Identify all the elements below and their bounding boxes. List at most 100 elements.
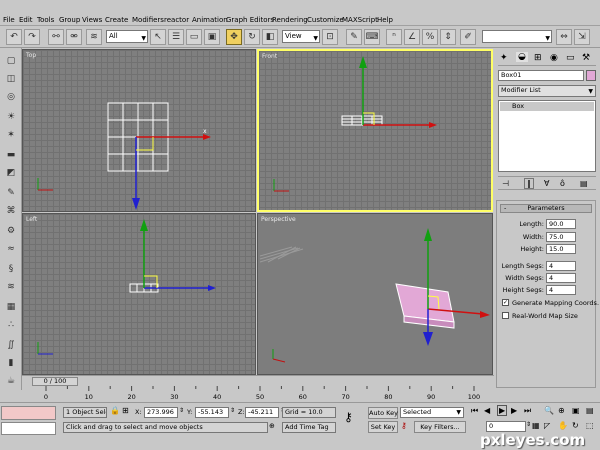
configure-modifier-sets-icon[interactable]: ▤ bbox=[580, 179, 588, 188]
menu-views[interactable]: Views bbox=[82, 16, 102, 24]
x-coord-field[interactable]: 273.996 bbox=[144, 407, 178, 418]
menu-graph-editors[interactable]: Graph Editors bbox=[226, 16, 274, 24]
viewport-top[interactable]: Top x bbox=[22, 49, 256, 212]
create-tab-icon[interactable]: ✦ bbox=[500, 53, 508, 63]
box-icon[interactable]: ▢ bbox=[3, 54, 19, 69]
redo-icon[interactable]: ↷ bbox=[24, 29, 40, 45]
menu-create[interactable]: Create bbox=[105, 16, 128, 24]
pivot-center-icon[interactable]: ⊡ bbox=[322, 29, 338, 45]
selection-filter-dropdown[interactable]: All ▼ bbox=[106, 30, 148, 43]
make-unique-icon[interactable]: ∀ bbox=[544, 179, 549, 188]
param-height-field[interactable]: 15.0 bbox=[546, 244, 576, 254]
x-spinner-icon[interactable]: ⇕ bbox=[179, 407, 184, 414]
menu-file[interactable]: File bbox=[3, 16, 15, 24]
param-length-field[interactable]: 90.0 bbox=[546, 219, 576, 229]
key-mode-dropdown[interactable]: Selected ▼ bbox=[400, 407, 464, 418]
param-length-segs-field[interactable]: 4 bbox=[546, 261, 576, 271]
menu-animation[interactable]: Animation bbox=[192, 16, 228, 24]
menu-rendering[interactable]: Rendering bbox=[272, 16, 308, 24]
add-time-tag-button[interactable]: Add Time Tag bbox=[282, 422, 336, 433]
absolute-mode-icon[interactable]: ⊞ bbox=[122, 406, 129, 415]
zoom-icon[interactable]: 🔍 bbox=[544, 406, 554, 415]
display-tab-icon[interactable]: ▭ bbox=[566, 53, 575, 63]
undo-icon[interactable]: ↶ bbox=[6, 29, 22, 45]
param-height-segs-field[interactable]: 4 bbox=[546, 285, 576, 295]
zoom-all-icon[interactable]: ⊕ bbox=[558, 406, 565, 415]
object-color-swatch[interactable] bbox=[586, 70, 596, 81]
next-frame-icon[interactable]: ▶ bbox=[511, 406, 517, 415]
spinner-snap-icon[interactable]: ⇕ bbox=[440, 29, 456, 45]
modify-tab-icon[interactable]: ◒ bbox=[516, 52, 528, 62]
hair-icon[interactable]: ∬ bbox=[3, 338, 19, 353]
field-of-view-icon[interactable]: ◸ bbox=[544, 421, 550, 430]
param-width-field[interactable]: 75.0 bbox=[546, 232, 576, 242]
edit-mesh-icon[interactable]: ✎ bbox=[3, 186, 19, 201]
param-width-segs-field[interactable]: 4 bbox=[546, 273, 576, 283]
track-bar[interactable]: 0 10 20 30 40 50 60 70 80 90 100 bbox=[22, 386, 494, 401]
utilities-tab-icon[interactable]: ⚒ bbox=[582, 53, 590, 63]
select-object-icon[interactable]: ↖ bbox=[150, 29, 166, 45]
percent-snap-icon[interactable]: % bbox=[422, 29, 438, 45]
goto-end-icon[interactable]: ⏭ bbox=[524, 406, 531, 416]
set-key-icon[interactable]: ⚷ bbox=[401, 421, 407, 430]
select-move-icon[interactable]: ✥ bbox=[226, 29, 242, 45]
align-icon[interactable]: ⇲ bbox=[574, 29, 590, 45]
render-icon[interactable]: ▮ bbox=[3, 356, 19, 371]
bind-space-warp-icon[interactable]: ≋ bbox=[86, 29, 102, 45]
menu-reactor[interactable]: reactor bbox=[164, 16, 189, 24]
arc-rotate-icon[interactable]: ↻ bbox=[572, 421, 579, 430]
real-world-checkbox[interactable] bbox=[502, 312, 509, 319]
lock-selection-icon[interactable]: 🔒 bbox=[110, 406, 120, 415]
goto-start-icon[interactable]: ⏮ bbox=[471, 406, 478, 416]
object-name-field[interactable]: Box01 bbox=[498, 70, 584, 81]
select-rotate-icon[interactable]: ↻ bbox=[244, 29, 260, 45]
show-end-result-icon[interactable]: ‖ bbox=[524, 178, 534, 189]
edit-named-selection-icon[interactable]: ✐ bbox=[460, 29, 476, 45]
snap-toggle-icon[interactable]: ⁿ bbox=[386, 29, 402, 45]
named-selection-dropdown[interactable]: ▼ bbox=[482, 30, 552, 43]
teapot-icon[interactable]: ☕ bbox=[3, 374, 19, 389]
remove-modifier-icon[interactable]: ô bbox=[560, 179, 565, 188]
unlink-icon[interactable]: ⚮ bbox=[66, 29, 82, 45]
menu-help[interactable]: Help bbox=[377, 16, 393, 24]
hierarchy-tab-icon[interactable]: ⊞ bbox=[534, 53, 542, 63]
gen-mapping-checkbox[interactable]: ✓ bbox=[502, 299, 509, 306]
shape-icon[interactable]: ◩ bbox=[3, 166, 19, 181]
zoom-extents-all-icon[interactable]: ▤ bbox=[586, 406, 594, 415]
modifier-list-dropdown[interactable]: Modifier List ▼ bbox=[498, 85, 596, 97]
menu-maxscript[interactable]: MAXScript bbox=[342, 16, 378, 24]
key-filters-button[interactable]: Key Filters... bbox=[414, 421, 466, 433]
auto-key-button[interactable]: Auto Key bbox=[368, 407, 398, 419]
light-icon[interactable]: ☀ bbox=[3, 110, 19, 125]
lattice-icon[interactable]: ▦ bbox=[3, 300, 19, 315]
keyboard-shortcut-icon[interactable]: ⌨ bbox=[364, 29, 380, 45]
pin-stack-icon[interactable]: ⊣ bbox=[502, 179, 509, 188]
rectangular-selection-icon[interactable]: ▭ bbox=[186, 29, 202, 45]
time-configuration-icon[interactable]: ▦ bbox=[532, 421, 540, 430]
menu-customize[interactable]: Customize bbox=[307, 16, 344, 24]
particle-icon[interactable]: ∴ bbox=[3, 318, 19, 333]
y-spinner-icon[interactable]: ⇕ bbox=[230, 407, 235, 414]
select-by-name-icon[interactable]: ☰ bbox=[168, 29, 184, 45]
y-coord-field[interactable]: -55.143 bbox=[195, 407, 229, 418]
time-slider-thumb[interactable]: 0 / 100 bbox=[32, 377, 78, 386]
zoom-extents-icon[interactable]: ▣ bbox=[572, 406, 580, 415]
viewport-front[interactable]: Front bbox=[257, 49, 493, 212]
viewport-left[interactable]: Left bbox=[22, 213, 256, 375]
reference-coord-dropdown[interactable]: View ▼ bbox=[282, 30, 320, 43]
angle-snap-icon[interactable]: ∠ bbox=[404, 29, 420, 45]
key-icon[interactable]: ⚷ bbox=[344, 410, 353, 424]
select-link-icon[interactable]: ⚯ bbox=[48, 29, 64, 45]
menu-modifiers[interactable]: Modifiers bbox=[132, 16, 164, 24]
select-manipulate-icon[interactable]: ✎ bbox=[346, 29, 362, 45]
material-icon[interactable]: ⚙ bbox=[3, 224, 19, 239]
rollout-header[interactable]: - Parameters bbox=[500, 204, 592, 213]
menu-group[interactable]: Group bbox=[59, 16, 80, 24]
maximize-viewport-icon[interactable]: ⬚ bbox=[586, 421, 594, 430]
mirror-icon[interactable]: ⇔ bbox=[556, 29, 572, 45]
noise-icon[interactable]: ≋ bbox=[3, 280, 19, 295]
play-icon[interactable]: ▶ bbox=[497, 405, 508, 416]
cylinder-icon[interactable]: ◫ bbox=[3, 72, 19, 87]
camera-icon[interactable]: ▬ bbox=[3, 148, 19, 163]
time-tag-icon[interactable]: ⊕ bbox=[269, 422, 275, 430]
